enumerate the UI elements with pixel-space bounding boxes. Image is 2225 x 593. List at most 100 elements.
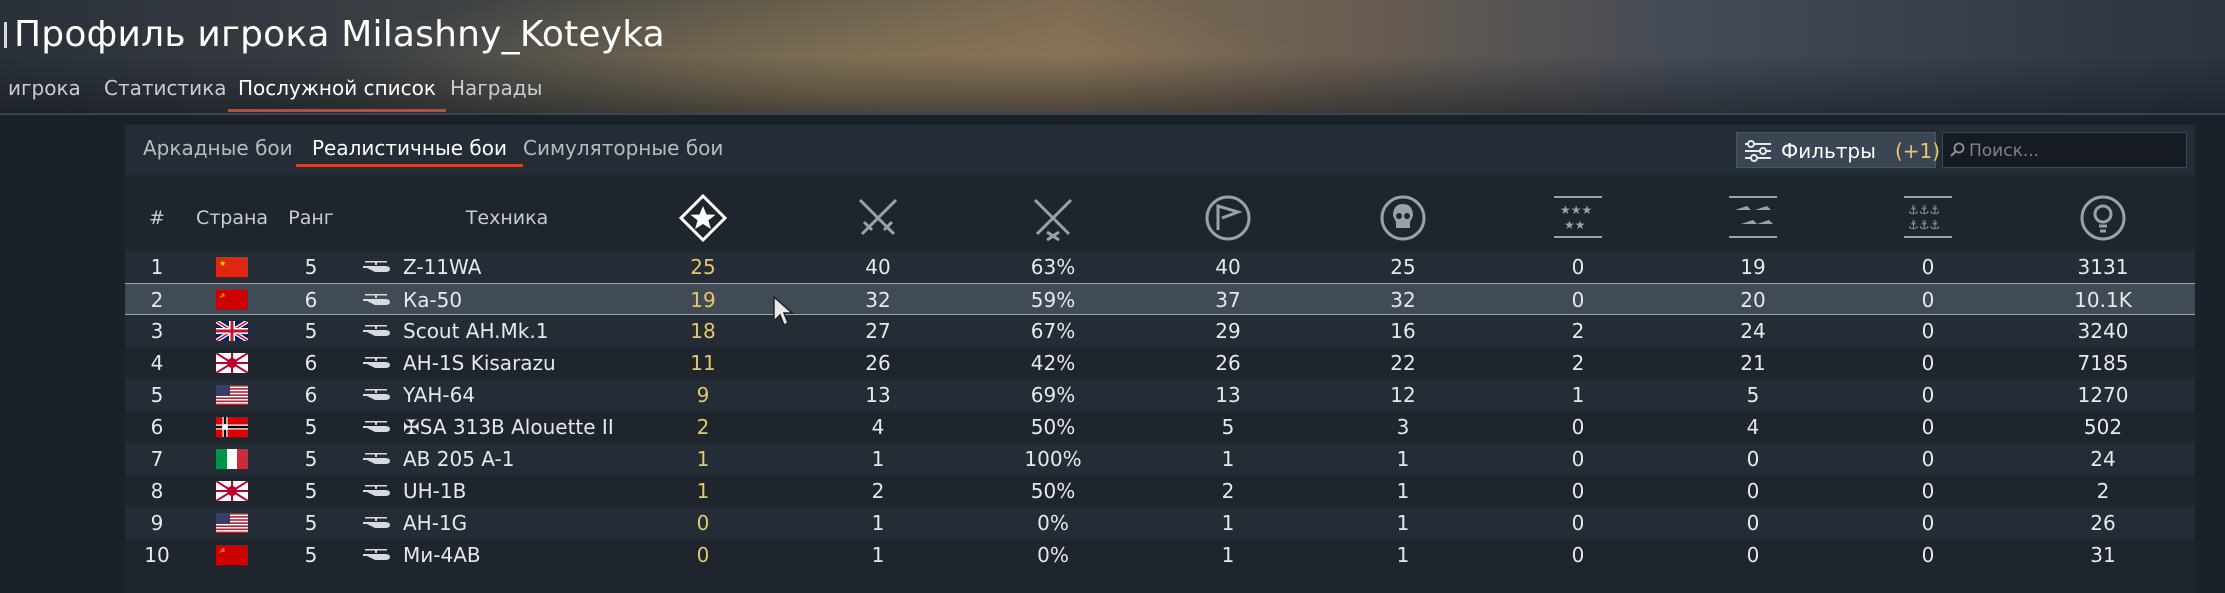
battles-star-icon[interactable] [678, 194, 728, 242]
page-title: Профиль игрока Milashny_Koteyka [14, 14, 665, 55]
crossed-swords-icon[interactable] [854, 194, 902, 242]
lightbulb-circle-icon[interactable] [2079, 194, 2127, 242]
stat-col-1: 1 [696, 479, 710, 503]
naval-kills-icon[interactable]: ⚓⚓⚓⚓⚓⚓ [1902, 194, 1954, 240]
skull-circle-icon[interactable] [1379, 194, 1427, 242]
vehicle-name[interactable]: UH-1B [403, 475, 466, 507]
stat-col-9: 7185 [2077, 351, 2129, 375]
mouse-cursor-icon [773, 295, 794, 327]
svg-text:⚓⚓⚓: ⚓⚓⚓ [1908, 218, 1940, 232]
table-row[interactable]: 5 6 YAH-64 9 13 69% 13 12 1 5 0 1270 [125, 379, 2195, 411]
tab-statistics[interactable]: Статистика [104, 76, 227, 100]
stat-col-1: 11 [690, 351, 716, 375]
stat-col-4: 40 [1215, 255, 1241, 279]
stat-col-4: 2 [1221, 479, 1235, 503]
table-row[interactable]: 3 5 Scout AH.Mk.1 18 27 67% 29 16 2 24 0 3240 [125, 315, 2195, 347]
search-box[interactable] [1942, 132, 2187, 168]
stat-col-5: 1 [1396, 543, 1410, 567]
stat-col-6: 0 [1571, 415, 1585, 439]
title-marker [4, 22, 7, 48]
stat-col-4: 37 [1215, 288, 1241, 312]
stat-col-1: 0 [696, 543, 710, 567]
stat-col-8: 0 [1921, 543, 1935, 567]
stars-grid-icon[interactable]: ★★★★★ [1552, 194, 1604, 240]
tab-simulator-battles[interactable]: Симуляторные бои [523, 136, 723, 160]
vehicle-name[interactable]: ✠SA 313B Alouette II [403, 411, 614, 443]
stat-col-1: 1 [696, 447, 710, 471]
stat-col-8: 0 [1921, 479, 1935, 503]
stat-col-1: 2 [696, 415, 710, 439]
flag-circle-icon[interactable] [1204, 194, 1252, 242]
tab-profile[interactable]: игрока [8, 76, 81, 100]
stat-col-2: 1 [871, 543, 885, 567]
stat-col-7: 5 [1746, 383, 1760, 407]
table-row[interactable]: 6 5 ✠SA 313B Alouette II 2 4 50% 5 3 0 4 0 502 [125, 411, 2195, 443]
stat-col-2: 1 [871, 447, 885, 471]
stat-col-8: 0 [1921, 415, 1935, 439]
vehicle-name[interactable]: Scout AH.Mk.1 [403, 315, 548, 347]
stat-col-9: 31 [2090, 543, 2116, 567]
stat-col-6: 0 [1571, 255, 1585, 279]
row-rank: 5 [304, 479, 318, 503]
stat-col-8: 0 [1921, 319, 1935, 343]
stat-col-4: 26 [1215, 351, 1241, 375]
column-vehicle[interactable]: Техника [466, 207, 548, 229]
column-rank[interactable]: Ранг [288, 207, 334, 229]
stat-col-7: 0 [1746, 479, 1760, 503]
stat-col-9: 10.1K [2074, 288, 2132, 312]
table-row[interactable]: 1 ★ 5 Z-11WA 25 40 63% 40 25 0 19 0 3131 [125, 251, 2195, 283]
tab-awards[interactable]: Награды [450, 76, 542, 100]
stat-col-4: 5 [1221, 415, 1235, 439]
active-mode-underline [296, 164, 523, 167]
stat-col-9: 502 [2083, 415, 2123, 439]
row-number: 4 [150, 351, 164, 375]
stat-col-4: 1 [1221, 511, 1235, 535]
stat-col-5: 22 [1390, 351, 1416, 375]
stat-col-5: 1 [1396, 511, 1410, 535]
table-row[interactable]: 2 ☭ 6 Ка-50 19 32 59% 37 32 0 20 0 10.1K [125, 283, 2195, 315]
table-row[interactable]: 9 5 AH-1G 0 1 0% 1 1 0 0 0 26 [125, 507, 2195, 539]
stat-col-2: 1 [871, 511, 885, 535]
table-row[interactable]: 8 5 UH-1B 1 2 50% 2 1 0 0 0 2 [125, 475, 2195, 507]
stat-col-3: 50% [1030, 479, 1076, 503]
vehicle-name[interactable]: Ми-4АВ [403, 539, 481, 571]
svg-text:☭: ☭ [219, 547, 225, 555]
stat-col-4: 1 [1221, 543, 1235, 567]
stat-col-7: 19 [1740, 255, 1766, 279]
stat-col-5: 1 [1396, 479, 1410, 503]
stat-col-2: 4 [871, 415, 885, 439]
crossed-swords-x-icon[interactable] [1029, 194, 1077, 242]
stat-col-9: 3240 [2077, 319, 2129, 343]
filters-button[interactable]: Фильтры (+1) [1736, 132, 1940, 168]
vehicle-name[interactable]: AH-1G [403, 507, 467, 539]
table-row[interactable]: 10 ☭ 5 Ми-4АВ 0 1 0% 1 1 0 0 0 31 [125, 539, 2195, 571]
stat-col-4: 1 [1221, 447, 1235, 471]
stat-col-7: 0 [1746, 511, 1760, 535]
vehicle-name[interactable]: YAH-64 [403, 379, 475, 411]
profile-header: Профиль игрока Milashny_Koteyka игрока С… [0, 0, 2225, 115]
aircraft-kills-icon[interactable] [1727, 194, 1779, 240]
row-number: 6 [150, 415, 164, 439]
vehicle-name[interactable]: AB 205 A-1 [403, 443, 514, 475]
stat-col-3: 59% [1030, 288, 1076, 312]
tab-service-record[interactable]: Послужной список [228, 76, 446, 112]
stat-col-2: 2 [871, 479, 885, 503]
stat-col-1: 25 [690, 255, 716, 279]
vehicle-name[interactable]: Z-11WA [403, 251, 481, 283]
vehicle-name[interactable]: Ка-50 [403, 284, 462, 316]
stat-col-3: 69% [1030, 383, 1076, 407]
stat-col-7: 4 [1746, 415, 1760, 439]
row-rank: 5 [304, 319, 318, 343]
stat-col-5: 1 [1396, 447, 1410, 471]
row-rank: 5 [304, 511, 318, 535]
tab-arcade-battles[interactable]: Аркадные бои [143, 136, 293, 160]
vehicle-name[interactable]: AH-1S Kisarazu [403, 347, 556, 379]
search-input[interactable] [1967, 136, 2181, 166]
column-country[interactable]: Страна [196, 207, 268, 229]
table-row[interactable]: 7 5 AB 205 A-1 1 1 100% 1 1 0 0 0 24 [125, 443, 2195, 475]
row-rank: 5 [304, 543, 318, 567]
table-row[interactable]: 4 6 AH-1S Kisarazu 11 26 42% 26 22 2 21 0 7185 [125, 347, 2195, 379]
row-number: 1 [150, 255, 164, 279]
stat-col-6: 1 [1571, 383, 1585, 407]
tab-realistic-battles[interactable]: Реалистичные бои [296, 136, 523, 167]
